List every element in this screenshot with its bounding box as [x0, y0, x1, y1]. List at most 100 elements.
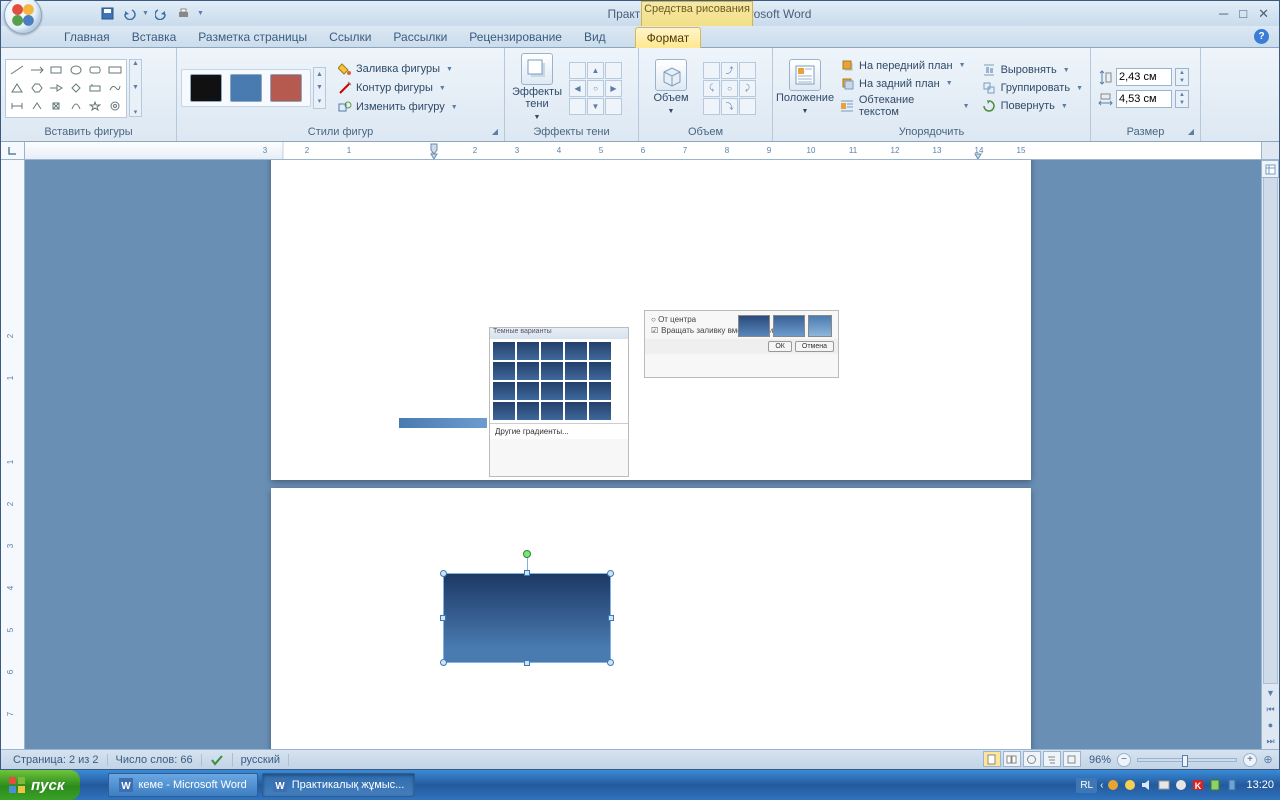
rotate-handle[interactable] — [523, 550, 531, 558]
resize-handle-s[interactable] — [524, 660, 530, 666]
qat-customize-dropdown[interactable]: ▼ — [197, 10, 204, 17]
view-buttons[interactable] — [984, 751, 1081, 768]
3d-tilt-grid[interactable]: ⤴ ⤹○⤸ ⤵ — [703, 62, 756, 115]
tray-expand[interactable]: ‹ — [1100, 780, 1103, 791]
change-shape-button[interactable]: Изменить фигуру▼ — [334, 99, 461, 116]
start-button[interactable]: пуск — [0, 770, 80, 800]
svg-text:K: K — [1195, 781, 1202, 791]
close-button[interactable]: ✕ — [1254, 6, 1273, 22]
tray-icon-kaspersky[interactable]: K — [1191, 778, 1205, 792]
shapes-gallery[interactable] — [5, 59, 127, 118]
redo-button[interactable] — [153, 5, 171, 23]
status-language[interactable]: русский — [233, 754, 289, 766]
tab-home[interactable]: Главная — [53, 27, 121, 47]
view-print-layout[interactable] — [983, 751, 1001, 767]
tab-format[interactable]: Формат — [635, 27, 702, 48]
3d-effects-button[interactable]: Объем▼ — [643, 58, 699, 118]
svg-text:3: 3 — [263, 146, 268, 155]
svg-text:2: 2 — [6, 333, 15, 338]
resize-handle-e[interactable] — [608, 615, 614, 621]
help-icon[interactable]: ? — [1254, 29, 1269, 44]
width-input[interactable] — [1116, 90, 1172, 108]
svg-text:13: 13 — [933, 146, 942, 155]
tab-references[interactable]: Ссылки — [318, 27, 382, 47]
status-proofing[interactable] — [202, 753, 233, 767]
language-indicator[interactable]: RL — [1076, 778, 1097, 793]
view-draft[interactable] — [1063, 751, 1081, 767]
tray-icon-2[interactable] — [1123, 778, 1137, 792]
tab-mailings[interactable]: Рассылки — [382, 27, 458, 47]
selected-shape[interactable] — [443, 573, 611, 663]
align-button[interactable]: Выровнять▼ — [979, 62, 1086, 79]
undo-button[interactable] — [120, 5, 138, 23]
quickprint-button[interactable] — [175, 5, 193, 23]
resize-handle-w[interactable] — [440, 615, 446, 621]
position-button[interactable]: Положение▼ — [777, 58, 833, 118]
tray-icon-8[interactable] — [1225, 778, 1239, 792]
zoom-out-button[interactable]: − — [1117, 753, 1131, 767]
vertical-scrollbar[interactable]: ▲ ▼ ⏮ ● ⏭ — [1261, 160, 1279, 749]
taskbar-app-2[interactable]: WПрактикалық жұмыс... — [262, 773, 416, 797]
ruler-toggle[interactable] — [1261, 160, 1279, 178]
tab-review[interactable]: Рецензирование — [458, 27, 573, 47]
tray-icon-7[interactable] — [1208, 778, 1222, 792]
vertical-ruler[interactable]: 2 1 1 2 3 4 5 6 7 — [1, 160, 25, 749]
resize-handle-sw[interactable] — [440, 659, 447, 666]
view-full-reading[interactable] — [1003, 751, 1021, 767]
tray-icon-1[interactable] — [1106, 778, 1120, 792]
horizontal-ruler[interactable]: 321 123 456 789 101112 131415 — [25, 142, 1261, 159]
resize-handle-nw[interactable] — [440, 570, 447, 577]
tab-selector[interactable] — [1, 142, 25, 159]
style-gallery-more[interactable]: ▲▼▾ — [313, 67, 326, 109]
bring-front-button[interactable]: На передний план▼ — [837, 57, 973, 74]
shape-fill-button[interactable]: Заливка фигуры▼ — [334, 61, 461, 78]
status-wordcount[interactable]: Число слов: 66 — [108, 754, 202, 766]
shadow-effects-button[interactable]: Эффекты тени▼ — [509, 52, 565, 124]
resize-handle-se[interactable] — [607, 659, 614, 666]
restore-button[interactable]: □ — [1235, 6, 1251, 21]
svg-text:11: 11 — [849, 146, 858, 155]
zoom-level[interactable]: 96% — [1089, 754, 1111, 766]
document-canvas[interactable]: Темные варианты Другие градиенты... ○ От… — [25, 160, 1261, 749]
send-back-button[interactable]: На задний план▼ — [837, 75, 973, 92]
text-wrap-button[interactable]: Обтекание текстом▼ — [837, 93, 973, 119]
tab-view[interactable]: Вид — [573, 27, 617, 47]
view-web[interactable] — [1023, 751, 1041, 767]
tray-icon-4[interactable] — [1157, 778, 1171, 792]
system-tray[interactable]: RL ‹ K 13:20 — [1076, 778, 1280, 793]
svg-text:6: 6 — [641, 146, 646, 155]
group-button[interactable]: Группировать▼ — [979, 80, 1086, 97]
size-dialog-launcher[interactable]: ◢ — [1188, 127, 1194, 136]
undo-dropdown[interactable]: ▼ — [142, 10, 149, 17]
shapes-gallery-scroll[interactable]: ▲▼▾ — [129, 59, 142, 117]
zoom-slider[interactable] — [1137, 758, 1237, 762]
height-input[interactable] — [1116, 68, 1172, 86]
tab-insert[interactable]: Вставка — [121, 27, 188, 47]
minimize-button[interactable]: ─ — [1215, 6, 1232, 21]
next-page-button[interactable]: ⏭ — [1262, 733, 1279, 749]
taskbar-app-1[interactable]: Wкеме - Microsoft Word — [108, 773, 257, 797]
save-button[interactable] — [98, 5, 116, 23]
height-spinner[interactable]: ▲▼ — [1175, 68, 1189, 86]
prev-page-button[interactable]: ⏮ — [1262, 701, 1279, 717]
tray-icon-5[interactable] — [1174, 778, 1188, 792]
shadow-nudge-grid[interactable]: ▲ ◀○▶ ▼ — [569, 62, 622, 115]
zoom-dialog-button[interactable]: ⊕ — [1261, 753, 1275, 766]
clock[interactable]: 13:20 — [1246, 779, 1274, 791]
rotate-button[interactable]: Повернуть▼ — [979, 98, 1086, 115]
tab-page-layout[interactable]: Разметка страницы — [187, 27, 318, 47]
style-gallery[interactable] — [181, 69, 311, 107]
quick-launch[interactable] — [80, 774, 104, 796]
volume-icon[interactable] — [1140, 778, 1154, 792]
status-page[interactable]: Страница: 2 из 2 — [5, 754, 108, 766]
width-spinner[interactable]: ▲▼ — [1175, 90, 1189, 108]
shape-styles-dialog-launcher[interactable]: ◢ — [492, 127, 498, 136]
zoom-in-button[interactable]: + — [1243, 753, 1257, 767]
resize-handle-n[interactable] — [524, 570, 530, 576]
browse-object-button[interactable]: ● — [1262, 717, 1279, 733]
resize-handle-ne[interactable] — [607, 570, 614, 577]
svg-text:3: 3 — [6, 543, 15, 548]
svg-text:2: 2 — [305, 146, 310, 155]
shape-outline-button[interactable]: Контур фигуры▼ — [334, 80, 461, 97]
view-outline[interactable] — [1043, 751, 1061, 767]
